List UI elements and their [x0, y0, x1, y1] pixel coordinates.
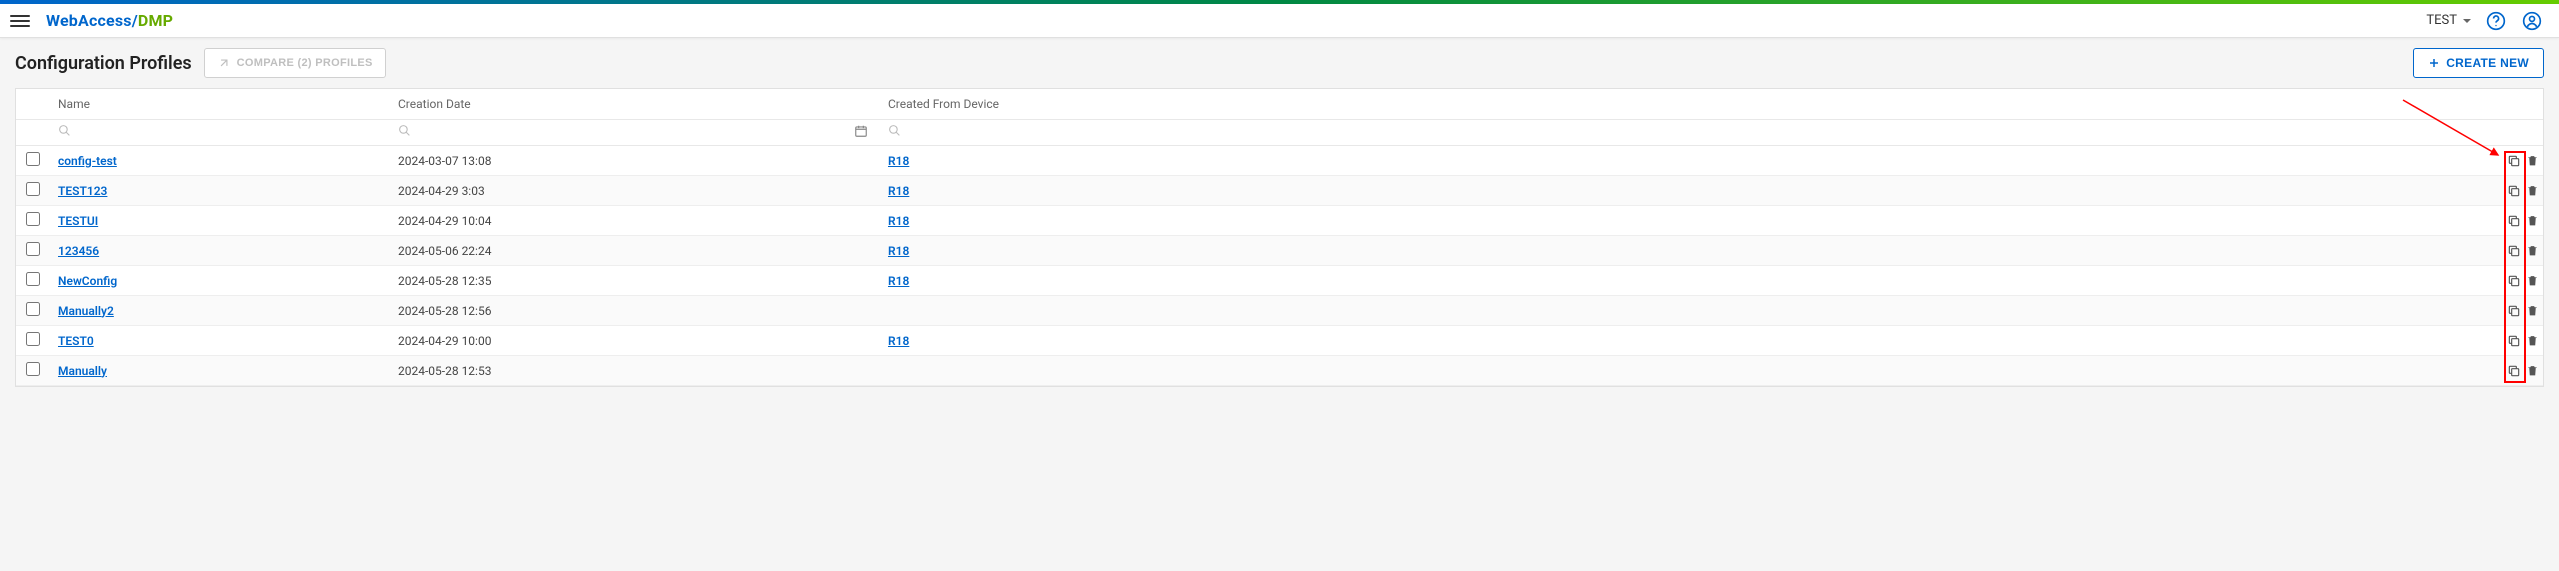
- create-new-button[interactable]: CREATE NEW: [2413, 48, 2544, 78]
- delete-icon[interactable]: [2525, 274, 2539, 288]
- clone-icon[interactable]: [2507, 154, 2521, 168]
- chevron-down-icon: [2463, 19, 2471, 23]
- table-header-row: Name Creation Date Created From Device: [16, 89, 2543, 120]
- row-checkbox[interactable]: [26, 332, 40, 346]
- header-actions: [2503, 89, 2543, 120]
- table-row: config-test 2024-03-07 13:08 R18: [16, 146, 2543, 176]
- search-icon: [888, 124, 901, 137]
- search-icon: [398, 124, 411, 137]
- row-checkbox[interactable]: [26, 212, 40, 226]
- compare-profiles-button[interactable]: COMPARE (2) PROFILES: [204, 48, 386, 78]
- create-label: CREATE NEW: [2446, 56, 2529, 70]
- profile-name-link[interactable]: 123456: [58, 244, 99, 258]
- delete-icon[interactable]: [2525, 214, 2539, 228]
- user-area: TEST: [2426, 10, 2549, 32]
- filter-date[interactable]: [388, 120, 878, 146]
- app-header: WebAccess/DMP TEST: [0, 4, 2559, 38]
- filter-name[interactable]: [48, 120, 388, 146]
- table-row: Manually 2024-05-28 12:53: [16, 356, 2543, 386]
- profile-name-link[interactable]: TEST123: [58, 184, 107, 198]
- header-checkbox: [16, 89, 48, 120]
- row-date: 2024-04-29 3:03: [388, 176, 878, 206]
- table-filter-row: [16, 120, 2543, 146]
- hamburger-menu-icon[interactable]: [10, 11, 30, 31]
- logo-webaccess: WebAccess/: [46, 11, 138, 30]
- help-icon[interactable]: [2485, 10, 2507, 32]
- clone-icon[interactable]: [2507, 304, 2521, 318]
- header-device[interactable]: Created From Device: [878, 89, 2503, 120]
- filter-device[interactable]: [878, 120, 2503, 146]
- row-checkbox[interactable]: [26, 152, 40, 166]
- row-date: 2024-05-28 12:35: [388, 266, 878, 296]
- delete-icon[interactable]: [2525, 304, 2539, 318]
- delete-icon[interactable]: [2525, 364, 2539, 378]
- page-title: Configuration Profiles: [15, 53, 192, 74]
- row-date: 2024-04-29 10:00: [388, 326, 878, 356]
- device-link[interactable]: R18: [888, 214, 909, 228]
- table-row: TEST0 2024-04-29 10:00 R18: [16, 326, 2543, 356]
- table-row: 123456 2024-05-06 22:24 R18: [16, 236, 2543, 266]
- user-menu[interactable]: TEST: [2426, 13, 2471, 28]
- profile-name-link[interactable]: Manually: [58, 364, 107, 378]
- row-date: 2024-05-28 12:53: [388, 356, 878, 386]
- clone-icon[interactable]: [2507, 214, 2521, 228]
- row-date: 2024-03-07 13:08: [388, 146, 878, 176]
- device-link[interactable]: R18: [888, 334, 909, 348]
- row-date: 2024-05-06 22:24: [388, 236, 878, 266]
- clone-icon[interactable]: [2507, 334, 2521, 348]
- delete-icon[interactable]: [2525, 184, 2539, 198]
- clone-icon[interactable]: [2507, 244, 2521, 258]
- row-checkbox[interactable]: [26, 272, 40, 286]
- profile-name-link[interactable]: TESTUI: [58, 214, 98, 228]
- profile-name-link[interactable]: NewConfig: [58, 274, 117, 288]
- app-logo: WebAccess/DMP: [46, 11, 173, 30]
- table-row: TEST123 2024-04-29 3:03 R18: [16, 176, 2543, 206]
- device-link[interactable]: R18: [888, 244, 909, 258]
- row-checkbox[interactable]: [26, 242, 40, 256]
- delete-icon[interactable]: [2525, 154, 2539, 168]
- compare-label: COMPARE (2) PROFILES: [237, 57, 373, 69]
- user-label: TEST: [2426, 13, 2457, 28]
- row-checkbox[interactable]: [26, 362, 40, 376]
- clone-icon[interactable]: [2507, 364, 2521, 378]
- clone-icon[interactable]: [2507, 184, 2521, 198]
- table-row: NewConfig 2024-05-28 12:35 R18: [16, 266, 2543, 296]
- row-date: 2024-05-28 12:56: [388, 296, 878, 326]
- delete-icon[interactable]: [2525, 334, 2539, 348]
- device-link[interactable]: R18: [888, 274, 909, 288]
- profiles-table: Name Creation Date Created From Device: [15, 88, 2544, 387]
- row-checkbox[interactable]: [26, 302, 40, 316]
- header-date[interactable]: Creation Date: [388, 89, 878, 120]
- profile-name-link[interactable]: TEST0: [58, 334, 94, 348]
- header-name[interactable]: Name: [48, 89, 388, 120]
- account-icon[interactable]: [2521, 10, 2543, 32]
- row-date: 2024-04-29 10:04: [388, 206, 878, 236]
- page-toolbar: Configuration Profiles COMPARE (2) PROFI…: [0, 38, 2559, 88]
- logo-dmp: DMP: [138, 11, 173, 30]
- search-icon: [58, 124, 71, 137]
- table-row: TESTUI 2024-04-29 10:04 R18: [16, 206, 2543, 236]
- profile-name-link[interactable]: Manually2: [58, 304, 114, 318]
- profile-name-link[interactable]: config-test: [58, 154, 117, 168]
- clone-icon[interactable]: [2507, 274, 2521, 288]
- device-link[interactable]: R18: [888, 154, 909, 168]
- calendar-icon[interactable]: [854, 124, 868, 142]
- device-link[interactable]: R18: [888, 184, 909, 198]
- row-checkbox[interactable]: [26, 182, 40, 196]
- delete-icon[interactable]: [2525, 244, 2539, 258]
- table-row: Manually2 2024-05-28 12:56: [16, 296, 2543, 326]
